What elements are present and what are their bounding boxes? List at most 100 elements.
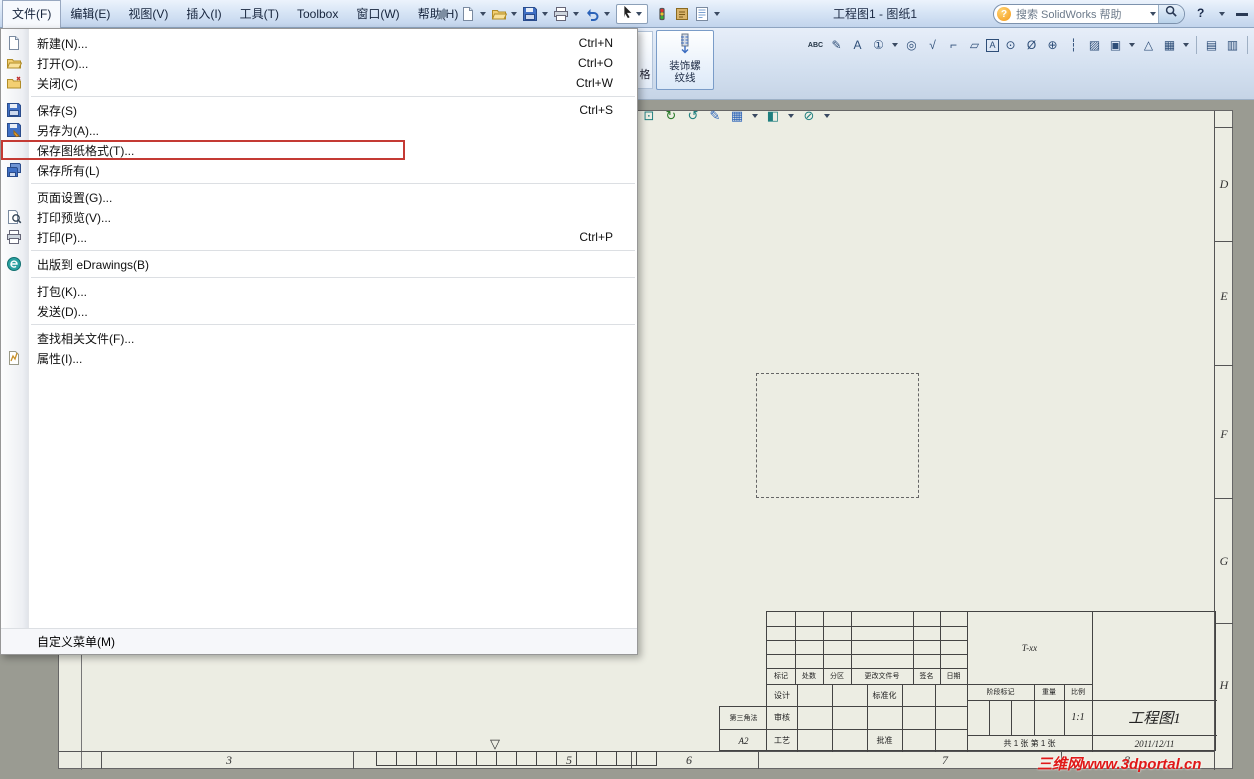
new-document-icon[interactable]	[458, 5, 477, 24]
zone-letter: E	[1220, 289, 1228, 303]
search-box[interactable]: ? 搜索 SolidWorks 帮助	[993, 4, 1185, 24]
menu-item-label: 新建(N)...	[37, 36, 88, 51]
hide-show-items-icon[interactable]: ⊘	[800, 107, 818, 125]
balloon-icon[interactable]: ①	[869, 36, 888, 55]
menu-item-label: 保存所有(L)	[37, 163, 100, 178]
menu-item-send[interactable]: 发送(D)...	[1, 301, 637, 321]
chevron-down-icon[interactable]	[824, 114, 830, 118]
menu-view[interactable]: 视图(V)	[119, 0, 177, 28]
menu-item-find-references[interactable]: 查找相关文件(F)...	[1, 328, 637, 348]
menu-separator	[31, 277, 635, 278]
menu-item-shortcut: Ctrl+N	[578, 36, 613, 50]
menu-item-properties[interactable]: 属性(I)...	[1, 348, 637, 368]
note-icon[interactable]: A	[848, 36, 867, 55]
menu-item-close[interactable]: 关闭(C) Ctrl+W	[1, 73, 637, 93]
surface-finish-icon[interactable]: √	[923, 36, 942, 55]
hole-callout-icon[interactable]: Ø	[1022, 36, 1041, 55]
help-chevron-icon[interactable]	[1219, 12, 1225, 16]
chevron-down-icon[interactable]	[892, 43, 898, 47]
zoom-fit-icon[interactable]: ⊡	[640, 107, 658, 125]
menu-item-label: 打印预览(V)...	[37, 210, 111, 225]
zone-tick	[101, 751, 102, 769]
search-button[interactable]	[1158, 5, 1184, 23]
menu-item-open[interactable]: 打开(O)... Ctrl+O	[1, 53, 637, 73]
display-style-icon[interactable]: ◧	[764, 107, 782, 125]
sheet-1-icon[interactable]: ▤	[1202, 36, 1221, 55]
geometric-tolerance-icon[interactable]: ▱	[965, 36, 984, 55]
save-icon[interactable]	[520, 5, 539, 24]
dashed-selection-box[interactable]	[756, 373, 919, 498]
chevron-down-icon[interactable]	[511, 12, 517, 16]
zone-letter: H	[1219, 678, 1229, 692]
spell-check-icon[interactable]: ABC	[806, 36, 825, 55]
help-button[interactable]: ?	[1197, 6, 1204, 20]
search-input[interactable]: 搜索 SolidWorks 帮助	[1016, 6, 1148, 22]
menu-tools[interactable]: 工具(T)	[231, 0, 288, 28]
save-all-icon	[6, 162, 22, 178]
zone-tick	[1214, 623, 1233, 624]
table-button-partial[interactable]: 格	[638, 31, 653, 89]
menu-item-pack-and-go[interactable]: 打包(K)...	[1, 281, 637, 301]
rebuild-traffic-light-icon[interactable]	[652, 5, 671, 24]
center-mark-icon[interactable]: ⊕	[1043, 36, 1062, 55]
revision-symbol-icon[interactable]: △	[1139, 36, 1158, 55]
watermark-text: 三维网www.3dportal.cn	[1037, 756, 1202, 773]
datum-feature-icon[interactable]: A	[986, 38, 999, 52]
menu-item-save[interactable]: 保存(S) Ctrl+S	[1, 100, 637, 120]
sheet-format-icon[interactable]: ▦	[728, 107, 746, 125]
chevron-down-icon[interactable]	[573, 12, 579, 16]
chevron-down-icon[interactable]	[542, 12, 548, 16]
open-icon[interactable]	[489, 5, 508, 24]
print-icon	[6, 229, 22, 245]
chevron-down-icon[interactable]	[1150, 12, 1156, 16]
chevron-down-icon[interactable]	[636, 12, 642, 16]
area-hatch-icon[interactable]: ▨	[1085, 36, 1104, 55]
menu-window[interactable]: 窗口(W)	[347, 0, 408, 28]
undo-icon[interactable]	[582, 5, 601, 24]
tb-line	[767, 654, 967, 655]
chevron-down-icon[interactable]	[1183, 43, 1189, 47]
redraw-icon[interactable]: ↺	[684, 107, 702, 125]
menu-item-publish-edrawings[interactable]: 出版到 eDrawings(B)	[1, 254, 637, 274]
pin-menu-icon[interactable]	[436, 7, 450, 26]
chevron-down-icon[interactable]	[752, 114, 758, 118]
chevron-down-icon[interactable]	[604, 12, 610, 16]
select-tool-combo[interactable]	[616, 4, 648, 24]
datum-target-icon[interactable]: ⊙	[1001, 36, 1020, 55]
tb-role-standard: 标准化	[872, 690, 897, 700]
menu-item-page-setup[interactable]: 页面设置(G)...	[1, 187, 637, 207]
menu-item-print-preview[interactable]: 打印预览(V)...	[1, 207, 637, 227]
weld-symbol-icon[interactable]: ⌐	[944, 36, 963, 55]
menu-item-save-all[interactable]: 保存所有(L)	[1, 160, 637, 180]
rotate-view-icon[interactable]: ↻	[662, 107, 680, 125]
table-icon[interactable]: ▦	[1160, 36, 1179, 55]
menu-item-customize[interactable]: 自定义菜单(M)	[1, 628, 637, 654]
menu-file[interactable]: 文件(F)	[2, 0, 62, 28]
block-icon[interactable]: ▣	[1106, 36, 1125, 55]
quick-access-toolbar	[458, 4, 722, 24]
chevron-down-icon[interactable]	[480, 12, 486, 16]
menu-item-save-as[interactable]: 另存为(A)...	[1, 120, 637, 140]
centerline-icon[interactable]: ┆	[1064, 36, 1083, 55]
print-icon[interactable]	[551, 5, 570, 24]
menu-edit[interactable]: 编辑(E)	[61, 0, 119, 28]
menu-item-save-sheet-format[interactable]: 保存图纸格式(T)...	[1, 140, 637, 160]
cosmetic-thread-button[interactable]: 装饰螺纹线	[656, 30, 714, 90]
options-icon[interactable]	[672, 5, 691, 24]
menu-item-shortcut: Ctrl+W	[576, 76, 613, 90]
tb-role-approve: 批准	[876, 736, 893, 745]
chevron-down-icon[interactable]	[788, 114, 794, 118]
chevron-down-icon[interactable]	[1129, 43, 1135, 47]
minimize-button[interactable]	[1236, 13, 1248, 16]
chevron-down-icon[interactable]	[714, 12, 720, 16]
save-as-icon	[6, 122, 22, 138]
sheet-properties-icon[interactable]	[692, 5, 711, 24]
menu-item-print[interactable]: 打印(P)... Ctrl+P	[1, 227, 637, 247]
sheet-2-icon[interactable]: ▥	[1223, 36, 1242, 55]
menu-toolbox[interactable]: Toolbox	[288, 0, 347, 28]
menu-item-new[interactable]: 新建(N)... Ctrl+N	[1, 33, 637, 53]
menu-insert[interactable]: 插入(I)	[177, 0, 230, 28]
edit-annotation-icon[interactable]: ✎	[706, 107, 724, 125]
auto-balloon-icon[interactable]: ◎	[902, 36, 921, 55]
format-painter-icon[interactable]: ✎	[827, 36, 846, 55]
